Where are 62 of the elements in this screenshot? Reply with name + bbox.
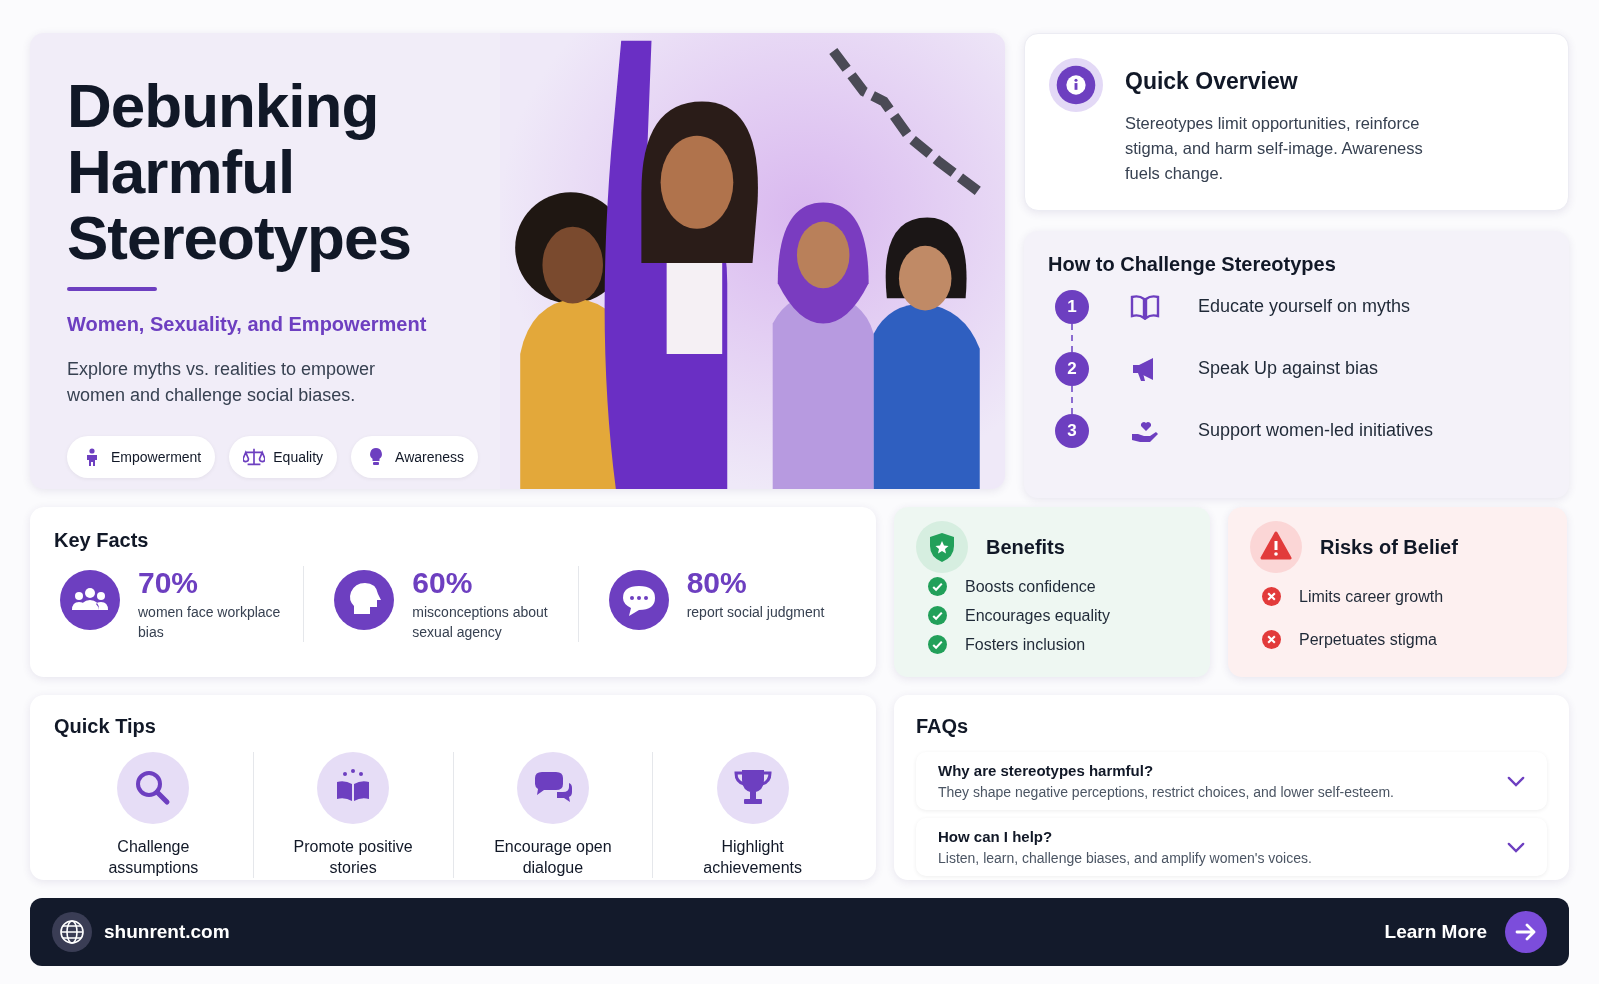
tag-label: Awareness bbox=[395, 449, 465, 465]
tag-label: Empowerment bbox=[111, 449, 202, 465]
chevron-down-icon[interactable] bbox=[1507, 841, 1525, 853]
stat-label: report social judgment bbox=[686, 603, 826, 622]
faq-item[interactable]: How can I help? Listen, learn, challenge biases, and amplify women's voices. bbox=[916, 818, 1547, 876]
faq-answer: They shape negative perceptions, restrict choices, and lower self-esteem. bbox=[938, 784, 1395, 800]
tag-label: Equality bbox=[273, 449, 324, 465]
overview-title: Quick Overview bbox=[1125, 68, 1299, 95]
check-icon bbox=[928, 606, 947, 625]
chat-bubble-icon bbox=[608, 570, 669, 630]
check-icon bbox=[928, 635, 947, 654]
risk-text: Perpetuates stigma bbox=[1299, 630, 1437, 649]
info-icon bbox=[1049, 58, 1103, 112]
faq-answer: Listen, learn, challenge biases, and amplify women's voices. bbox=[938, 850, 1313, 866]
cross-icon bbox=[1262, 630, 1281, 649]
check-icon bbox=[928, 577, 947, 596]
page-title: Debunking Harmful Stereotypes bbox=[67, 73, 412, 271]
chevron-down-icon[interactable] bbox=[1507, 775, 1525, 787]
section-title: Key Facts bbox=[54, 529, 150, 552]
trophy-icon bbox=[716, 752, 789, 824]
step-text: Support women-led initiatives bbox=[1198, 420, 1434, 441]
search-icon bbox=[117, 752, 190, 824]
people-icon bbox=[60, 570, 120, 630]
faq-question: Why are stereotypes harmful? bbox=[938, 762, 1155, 779]
description: Explore myths vs. realities to empower women and challenge social biases. bbox=[67, 358, 377, 407]
faq-question: How can I help? bbox=[938, 828, 1054, 845]
step-number: 2 bbox=[1055, 352, 1089, 386]
tip-label: Encourage open dialogue bbox=[493, 837, 613, 878]
site-link[interactable]: shunrent.com bbox=[104, 921, 230, 943]
section-title: Quick Tips bbox=[54, 715, 157, 738]
book-icon bbox=[317, 752, 390, 824]
step-text: Educate yourself on myths bbox=[1198, 296, 1411, 317]
arrow-right-icon[interactable] bbox=[1505, 911, 1547, 953]
step-number: 1 bbox=[1055, 290, 1089, 324]
step-text: Speak Up against bias bbox=[1198, 358, 1379, 379]
chat-bubbles-icon bbox=[516, 752, 589, 824]
learn-more-link[interactable]: Learn More bbox=[1384, 921, 1487, 943]
book-icon bbox=[1130, 294, 1160, 320]
section-title: Risks of Belief bbox=[1320, 535, 1458, 559]
tip-label: Highlight achievements bbox=[702, 837, 803, 878]
stat-value: 70% bbox=[138, 566, 200, 600]
subtitle: Women, Sexuality, and Empowerment bbox=[67, 313, 428, 336]
section-title: How to Challenge Stereotypes bbox=[1048, 253, 1337, 276]
benefit-text: Boosts confidence bbox=[965, 577, 1096, 596]
globe-icon bbox=[52, 912, 92, 952]
overview-text: Stereotypes limit opportunities, reinforce stigma, and harm self-image. Awareness fuels change. bbox=[1125, 113, 1424, 184]
tip-label: Promote positive stories bbox=[292, 837, 414, 878]
tip-label: Challenge assumptions bbox=[107, 837, 200, 878]
stat-label: misconceptions about sexual agency bbox=[412, 603, 549, 642]
benefit-text: Fosters inclusion bbox=[965, 635, 1086, 654]
faq-item[interactable]: Why are stereotypes harmful? They shape negative perceptions, restrict choices, and lower self-esteem. bbox=[916, 752, 1547, 810]
cross-icon bbox=[1262, 587, 1281, 606]
section-title: Benefits bbox=[986, 535, 1065, 559]
stat-value: 60% bbox=[412, 566, 474, 600]
scale-icon bbox=[243, 447, 266, 467]
step-number: 3 bbox=[1055, 414, 1089, 448]
section-title: FAQs bbox=[916, 715, 970, 738]
benefit-text: Encourages equality bbox=[965, 606, 1110, 625]
stat-label: women face workplace bias bbox=[138, 603, 282, 642]
risk-text: Limits career growth bbox=[1299, 587, 1444, 606]
warning-icon bbox=[1250, 521, 1302, 573]
stat-value: 80% bbox=[686, 566, 748, 600]
